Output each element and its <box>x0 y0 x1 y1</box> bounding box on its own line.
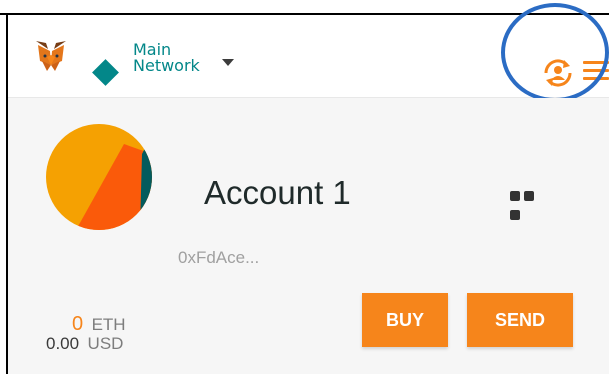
eth-amount: 0 <box>72 313 84 335</box>
eth-balance: 0 ETH <box>72 313 126 336</box>
annotation-highlight-circle <box>501 3 609 102</box>
usd-amount: 0.00 <box>46 334 80 353</box>
usd-balance: 0.00 USD <box>46 334 123 354</box>
account-avatar[interactable] <box>46 124 152 230</box>
account-panel: Account 1 0xFdAce... 0 ETH 0.00 USD BUY … <box>8 98 609 374</box>
network-diamond-icon[interactable] <box>92 59 119 86</box>
eth-unit: ETH <box>91 315 126 334</box>
account-name: Account 1 <box>204 174 351 211</box>
metamask-fox-icon[interactable] <box>34 39 68 73</box>
chevron-down-icon[interactable] <box>222 59 234 66</box>
send-button[interactable]: SEND <box>467 293 573 347</box>
more-options-icon[interactable] <box>510 186 550 220</box>
buy-button[interactable]: BUY <box>362 293 448 347</box>
metamask-popup: Main Network Account 1 0xFdAce... 0 ETH … <box>0 0 609 374</box>
network-name-line2: Network <box>133 56 200 75</box>
usd-unit: USD <box>87 334 124 353</box>
network-selector[interactable]: Main Network <box>133 42 200 74</box>
account-address[interactable]: 0xFdAce... <box>178 248 259 268</box>
